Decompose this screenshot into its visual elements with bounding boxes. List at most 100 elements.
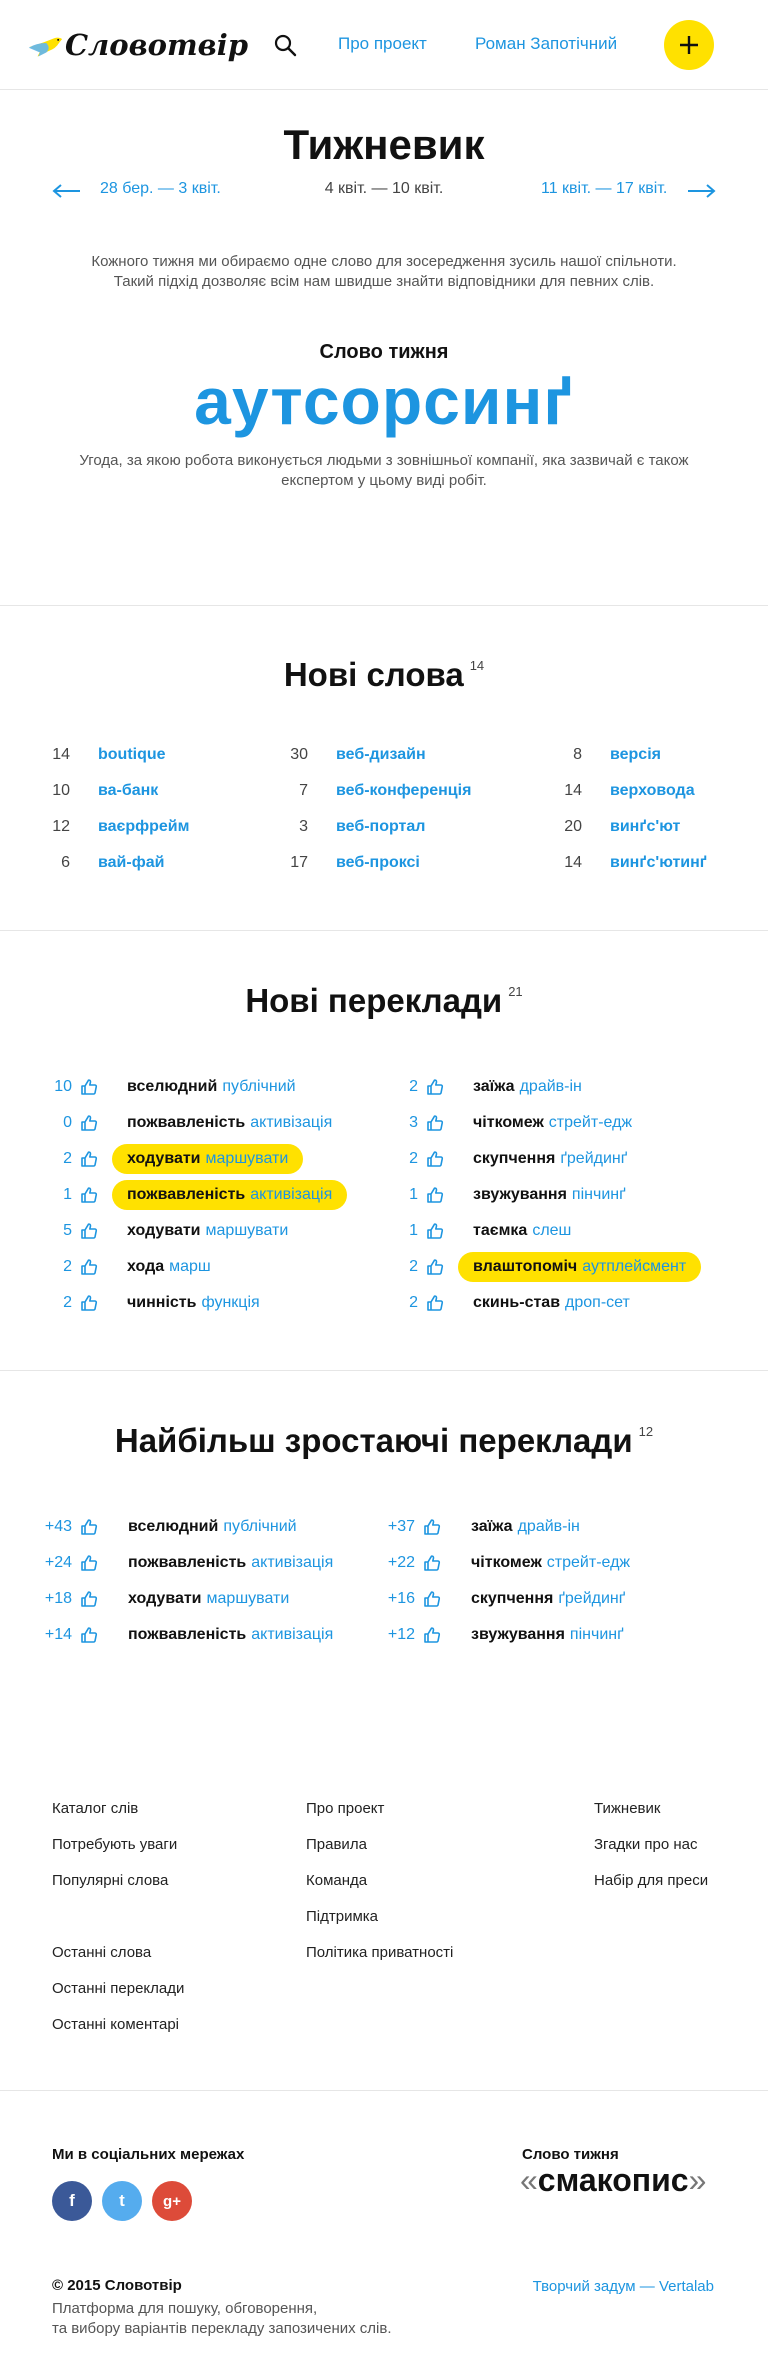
thumbs-up-icon[interactable]	[426, 1078, 444, 1096]
footer-link[interactable]: Потребують уваги	[52, 1836, 177, 1853]
vote-count: 2	[409, 1150, 418, 1167]
translation-word: скупчення	[471, 1590, 554, 1607]
thumbs-up-icon[interactable]	[426, 1186, 444, 1204]
translation-row: 1 таємка слеш	[0, 1216, 768, 1246]
trending-title: Найбільш зростаючі переклади 12	[0, 1422, 768, 1460]
vote-count: 2	[409, 1258, 418, 1275]
source-word: стрейт-едж	[548, 1114, 633, 1131]
translation-pill[interactable]: заїжа драйв-ін	[458, 1072, 597, 1102]
tagline-line: та вибору варіантів перекладу запозичени…	[52, 2320, 392, 2337]
intro-line: Кожного тижня ми обираємо одне слово для…	[91, 253, 677, 270]
translation-pill[interactable]: звужування пінчинґ	[458, 1180, 641, 1210]
translation-pill-highlighted[interactable]: влаштопоміч аутплейсмент	[458, 1252, 702, 1282]
tagline: Платформа для пошуку, обговорення, та ви…	[52, 2299, 452, 2339]
new-translations-title-text: Нові переклади	[245, 982, 503, 1019]
word-of-week-label: Слово тижня	[319, 341, 449, 363]
translation-pill[interactable]: скупчення ґрейдинґ	[456, 1584, 640, 1614]
word-link[interactable]: верховода	[610, 782, 695, 800]
bird-logo-icon	[28, 37, 63, 57]
footer-link[interactable]: Політика приватності	[306, 1944, 453, 1961]
word-link[interactable]: винґс'ютинґ	[610, 854, 707, 872]
word-of-week[interactable]: аутсорсинґ	[0, 363, 768, 439]
source-word: ґрейдинґ	[558, 1590, 626, 1607]
definition-line: Угода, за якою робота виконується людьми…	[79, 452, 689, 469]
translation-row: +16 скупчення ґрейдинґ	[0, 1584, 768, 1614]
translation-pill[interactable]: скупчення ґрейдинґ	[458, 1144, 642, 1174]
translation-word: чіткомеж	[471, 1554, 542, 1571]
vote-count: 1	[409, 1222, 418, 1239]
translation-row: 2 заїжа драйв-ін	[0, 1072, 768, 1102]
footer-link[interactable]: Останні коментарі	[52, 2016, 179, 2033]
word-link[interactable]: версія	[610, 746, 661, 764]
arrow-right-icon[interactable]	[686, 183, 716, 199]
source-word: пінчинґ	[571, 1186, 626, 1203]
divider	[0, 1370, 768, 1371]
list-item: 14 верховода	[0, 782, 768, 802]
list-item: 14 винґс'ютинґ	[0, 854, 768, 874]
growth-count: +12	[387, 1626, 415, 1643]
translation-word: влаштопоміч	[473, 1258, 578, 1275]
new-translations-title: Нові переклади 21	[0, 982, 768, 1020]
footer-link[interactable]: Тижневик	[594, 1800, 660, 1817]
word-link[interactable]: винґс'ют	[610, 818, 680, 836]
search-icon[interactable]	[273, 33, 297, 57]
new-words-count: 14	[469, 658, 485, 673]
footer-link[interactable]: Підтримка	[306, 1908, 378, 1925]
footer-link[interactable]: Популярні слова	[52, 1872, 168, 1889]
thumbs-up-icon[interactable]	[426, 1114, 444, 1132]
plus-icon	[680, 36, 698, 54]
footer-link[interactable]: Згадки про нас	[594, 1836, 698, 1853]
tagline-line: Платформа для пошуку, обговорення,	[52, 2300, 318, 2317]
footer-word-text: смакопис	[537, 2162, 689, 2198]
add-button[interactable]	[664, 20, 714, 70]
next-week-link[interactable]: 11 квіт. — 17 квіт.	[541, 180, 667, 198]
thumbs-up-icon[interactable]	[423, 1554, 441, 1572]
footer-word-of-week[interactable]: «смакопис»	[520, 2162, 706, 2199]
source-word: ґрейдинґ	[560, 1150, 628, 1167]
footer-link[interactable]: Команда	[306, 1872, 367, 1889]
divider	[0, 605, 768, 606]
google-plus-icon[interactable]: g+	[152, 2181, 192, 2221]
footer-link[interactable]: Останні переклади	[52, 1980, 184, 1997]
translation-word: заїжа	[471, 1518, 513, 1535]
logo[interactable]: Словотвір	[28, 14, 248, 76]
source-word: аутплейсмент	[582, 1258, 687, 1275]
translation-pill[interactable]: заїжа драйв-ін	[456, 1512, 595, 1542]
translation-row: +12 звужування пінчинґ	[0, 1620, 768, 1650]
translation-pill[interactable]: таємка слеш	[458, 1216, 586, 1246]
list-item: 8 версія	[0, 746, 768, 766]
translation-row: 2 скинь-став дроп-сет	[0, 1288, 768, 1318]
footer-link[interactable]: Правила	[306, 1836, 367, 1853]
nav-about-link[interactable]: Про проект	[338, 34, 427, 54]
source-word: пінчинґ	[569, 1626, 624, 1643]
weekly-intro: Кожного тижня ми обираємо одне слово для…	[0, 252, 768, 292]
thumbs-up-icon[interactable]	[423, 1626, 441, 1644]
thumbs-up-icon[interactable]	[426, 1294, 444, 1312]
footer-link[interactable]: Про проект	[306, 1800, 384, 1817]
thumbs-up-icon[interactable]	[423, 1518, 441, 1536]
word-count: 20	[564, 818, 582, 835]
thumbs-up-icon[interactable]	[423, 1590, 441, 1608]
footer-link[interactable]: Каталог слів	[52, 1800, 138, 1817]
source-word: драйв-ін	[517, 1518, 580, 1535]
thumbs-up-icon[interactable]	[426, 1150, 444, 1168]
page-title: Тижневик	[283, 121, 485, 168]
thumbs-up-icon[interactable]	[426, 1222, 444, 1240]
footer-link[interactable]: Останні слова	[52, 1944, 151, 1961]
credit-link[interactable]: Творчий задум — Vertalab	[533, 2278, 714, 2295]
twitter-icon[interactable]: t	[102, 2181, 142, 2221]
translation-row: 2 скупчення ґрейдинґ	[0, 1144, 768, 1174]
footer-link[interactable]: Набір для преси	[594, 1872, 708, 1889]
translation-pill[interactable]: звужування пінчинґ	[456, 1620, 639, 1650]
translation-pill[interactable]: скинь-став дроп-сет	[458, 1288, 645, 1318]
translation-word: скинь-став	[473, 1294, 561, 1311]
vote-count: 3	[409, 1114, 418, 1131]
intro-line: Такий підхід дозволяє всім нам швидше зн…	[113, 273, 655, 290]
copyright: © 2015 Словотвір	[52, 2277, 182, 2294]
thumbs-up-icon[interactable]	[426, 1258, 444, 1276]
nav-user-link[interactable]: Роман Запотічний	[475, 34, 617, 54]
facebook-icon[interactable]: f	[52, 2181, 92, 2221]
list-item: 20 винґс'ют	[0, 818, 768, 838]
translation-pill[interactable]: чіткомеж стрейт-едж	[458, 1108, 647, 1138]
translation-pill[interactable]: чіткомеж стрейт-едж	[456, 1548, 645, 1578]
